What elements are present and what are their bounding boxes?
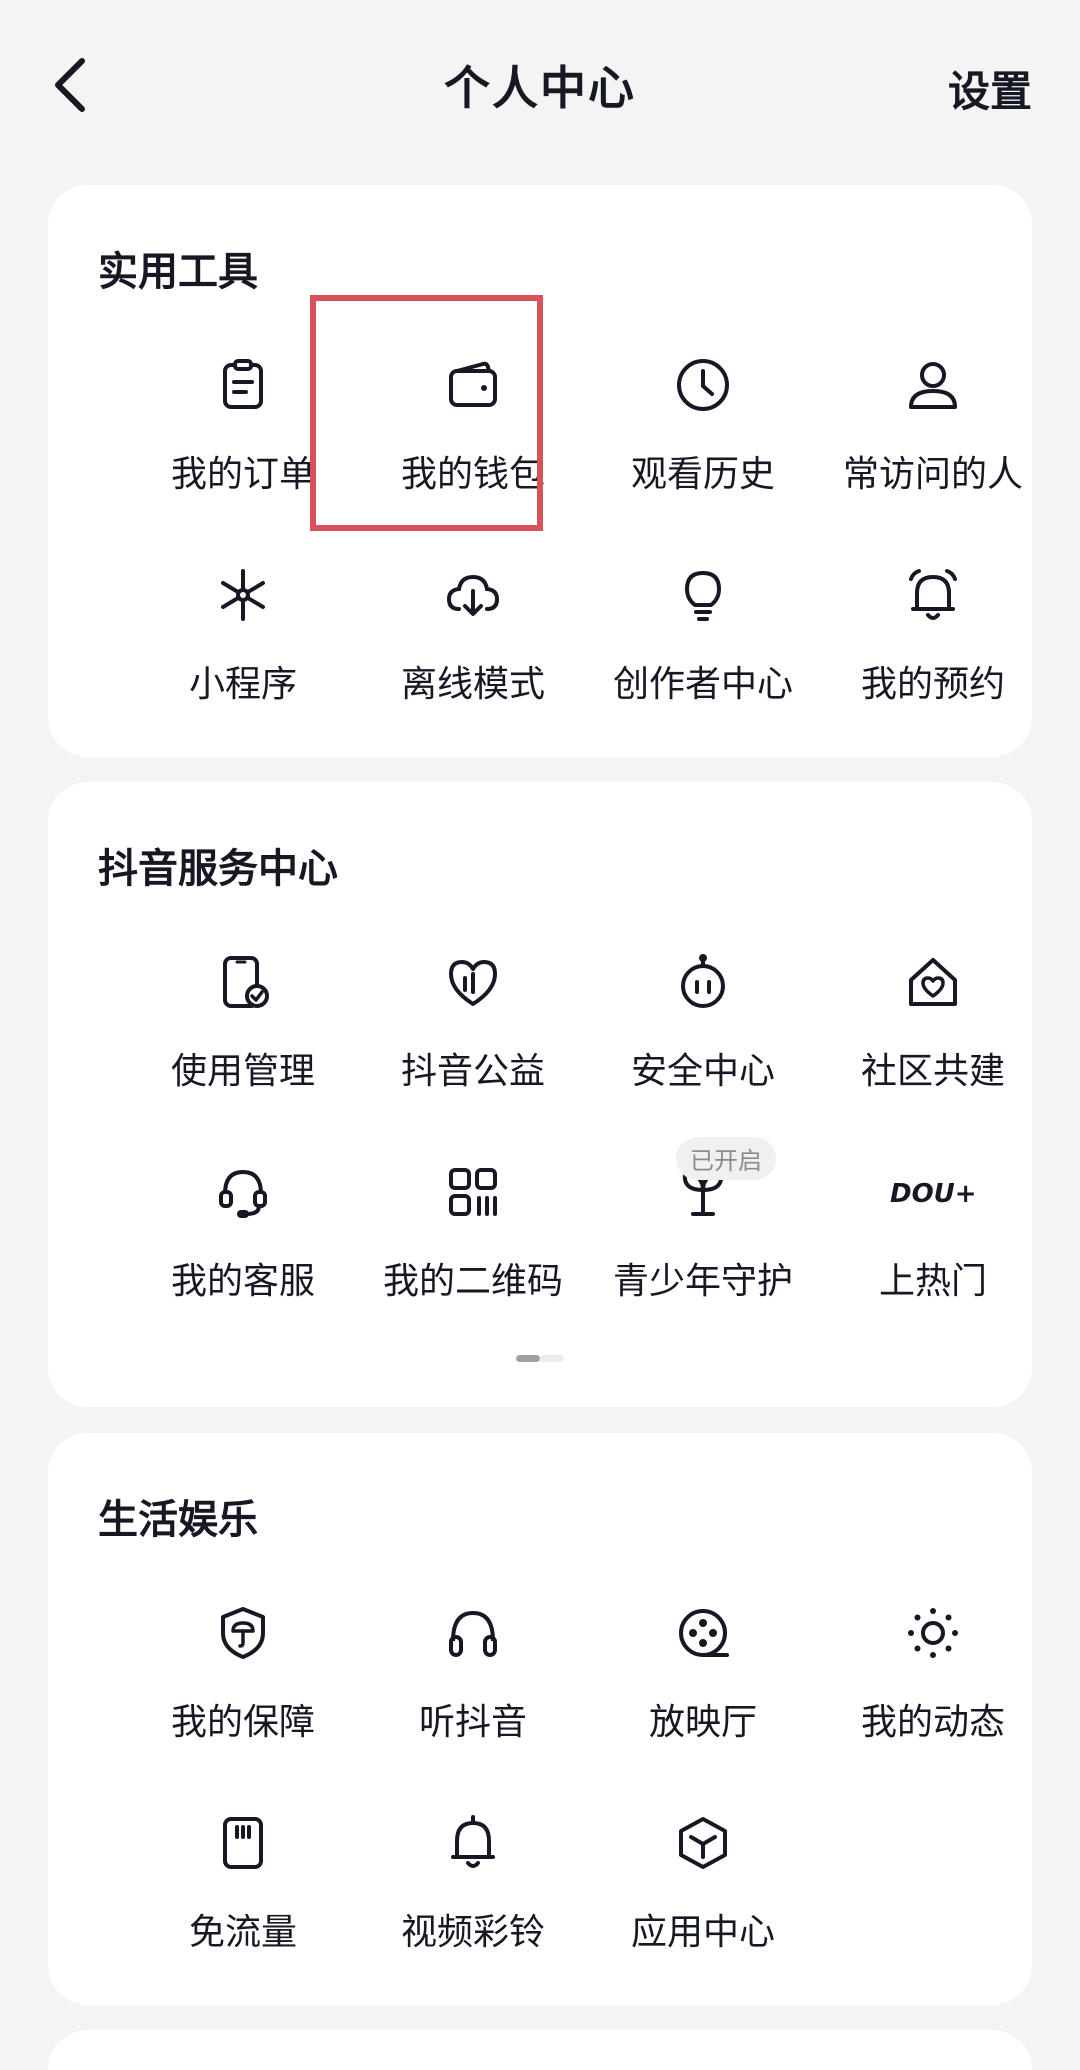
- service-usage-management[interactable]: 使用管理: [128, 952, 358, 1162]
- bell-icon: [451, 1815, 495, 1868]
- service-security-center[interactable]: 安全中心: [588, 952, 818, 1162]
- page-indicator: [516, 1355, 564, 1362]
- sun-icon: [908, 1608, 958, 1658]
- service-customer-support[interactable]: 我的客服: [128, 1162, 358, 1372]
- home-heart-icon: [909, 958, 957, 1006]
- dou-plus-icon-text: DOU+: [890, 1179, 977, 1209]
- headset-icon: [219, 1169, 267, 1218]
- life-app-center[interactable]: 应用中心: [588, 1813, 818, 2023]
- sim-card-icon: [223, 1817, 263, 1869]
- tool-creator-center[interactable]: 创作者中心: [588, 565, 818, 775]
- clock-icon: [677, 359, 729, 411]
- tool-mini-programs[interactable]: 小程序: [128, 565, 358, 775]
- highlight-box: [310, 295, 543, 531]
- tool-my-reservations[interactable]: 我的预约: [818, 565, 1048, 775]
- shield-icon: [221, 1607, 265, 1659]
- navigation-bar: 个人中心 设置: [0, 0, 1080, 180]
- settings-button[interactable]: 设置: [948, 58, 1032, 119]
- heart-icon: [449, 960, 497, 1006]
- bell-ringing-icon: [909, 569, 957, 620]
- service-my-qr-code[interactable]: 我的二维码: [358, 1162, 588, 1372]
- section-services: 抖音服务中心 使用管理 抖音公益 安全中心 社区共建 我的客服 我的二维码 青少…: [48, 782, 1032, 1407]
- dou-plus-icon: DOU+: [890, 1179, 977, 1209]
- status-badge: 已开启: [676, 1137, 776, 1180]
- tool-offline-mode[interactable]: 离线模式: [358, 565, 588, 775]
- life-free-data[interactable]: 免流量: [128, 1813, 358, 2023]
- lightbulb-icon: [685, 571, 721, 621]
- life-video-ringtone[interactable]: 视频彩铃: [358, 1813, 588, 2023]
- tool-frequent-visitors[interactable]: 常访问的人: [818, 355, 1048, 565]
- asterisk-icon: [221, 569, 265, 621]
- next-section-card: [48, 2030, 1032, 2070]
- service-community[interactable]: 社区共建: [818, 952, 1048, 1162]
- section-lifestyle: 生活娱乐 我的保障 听抖音 放映厅 我的动态 免流量 视频彩铃 应用中心: [48, 1433, 1032, 2005]
- clipboard-icon: [223, 359, 263, 409]
- film-reel-icon: [679, 1609, 729, 1657]
- phone-check-icon: [223, 956, 269, 1008]
- service-youth-protection[interactable]: 青少年守护: [588, 1162, 818, 1372]
- person-icon: [909, 362, 957, 409]
- qr-code-icon: [449, 1168, 497, 1216]
- headphones-icon: [449, 1610, 497, 1657]
- service-charity[interactable]: 抖音公益: [358, 952, 588, 1162]
- service-dou-plus[interactable]: DOU+ 上热门: [818, 1162, 1048, 1372]
- tool-watch-history[interactable]: 观看历史: [588, 355, 818, 565]
- cube-icon: [679, 1817, 727, 1869]
- life-my-insurance[interactable]: 我的保障: [128, 1603, 358, 1813]
- life-screening-hall[interactable]: 放映厅: [588, 1603, 818, 1813]
- page-indicator-inactive: [540, 1355, 564, 1362]
- page-indicator-active: [516, 1355, 540, 1362]
- life-listen-douyin[interactable]: 听抖音: [358, 1603, 588, 1813]
- life-my-activity[interactable]: 我的动态: [818, 1603, 1048, 1813]
- cloud-download-icon: [446, 574, 500, 616]
- page-title: 个人中心: [444, 61, 636, 115]
- robot-icon: [681, 954, 725, 1008]
